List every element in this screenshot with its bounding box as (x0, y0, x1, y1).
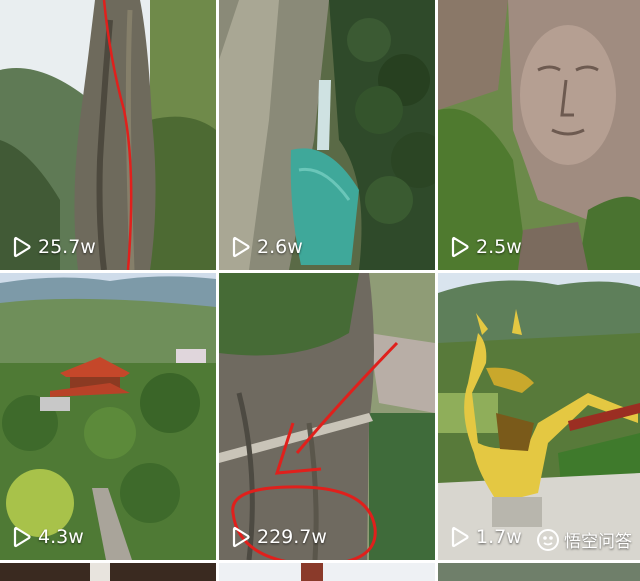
play-icon (13, 236, 31, 258)
thumbnail-partial (0, 563, 216, 581)
view-count-text: 229.7w (257, 526, 327, 548)
play-icon (232, 236, 250, 258)
thumbnail-cliff-rock (0, 0, 216, 270)
thumbnail-waterfall-gorge (219, 0, 435, 270)
play-icon (232, 526, 250, 548)
thumbnail-carved-buddha (438, 0, 640, 270)
video-tile-7[interactable] (0, 563, 216, 581)
play-icon (13, 526, 31, 548)
view-count-text: 2.6w (257, 236, 303, 258)
thumbnail-cliff-plank-road (219, 273, 435, 560)
video-tile-8[interactable] (219, 563, 435, 581)
video-tile-3[interactable]: 2.5w (438, 0, 640, 270)
play-icon (451, 526, 469, 548)
view-count: 4.3w (12, 526, 84, 548)
watermark: 悟空问答 (536, 527, 632, 552)
view-count: 1.7w (450, 526, 522, 548)
video-tile-5[interactable]: 229.7w (219, 273, 435, 560)
watermark-text: 悟空问答 (564, 532, 632, 552)
video-tile-9[interactable] (438, 563, 640, 581)
view-count-text: 25.7w (38, 236, 96, 258)
view-count-text: 4.3w (38, 526, 84, 548)
thumbnail-partial (219, 563, 435, 581)
video-grid: 25.7w 2.6w 2.5w 4.3w 229.7w 1.7w 悟空问答 (0, 0, 640, 581)
video-tile-1[interactable]: 25.7w (0, 0, 216, 270)
thumbnail-golden-dragon (438, 273, 640, 560)
view-count-text: 1.7w (476, 526, 522, 548)
video-tile-4[interactable]: 4.3w (0, 273, 216, 560)
thumbnail-partial (438, 563, 640, 581)
video-tile-6[interactable]: 1.7w 悟空问答 (438, 273, 640, 560)
wukong-logo-icon (537, 528, 559, 551)
view-count: 229.7w (231, 526, 327, 548)
video-tile-2[interactable]: 2.6w (219, 0, 435, 270)
view-count-text: 2.5w (476, 236, 522, 258)
play-icon (451, 236, 469, 258)
thumbnail-temple-forest (0, 273, 216, 560)
view-count: 2.6w (231, 236, 303, 258)
view-count: 2.5w (450, 236, 522, 258)
view-count: 25.7w (12, 236, 96, 258)
